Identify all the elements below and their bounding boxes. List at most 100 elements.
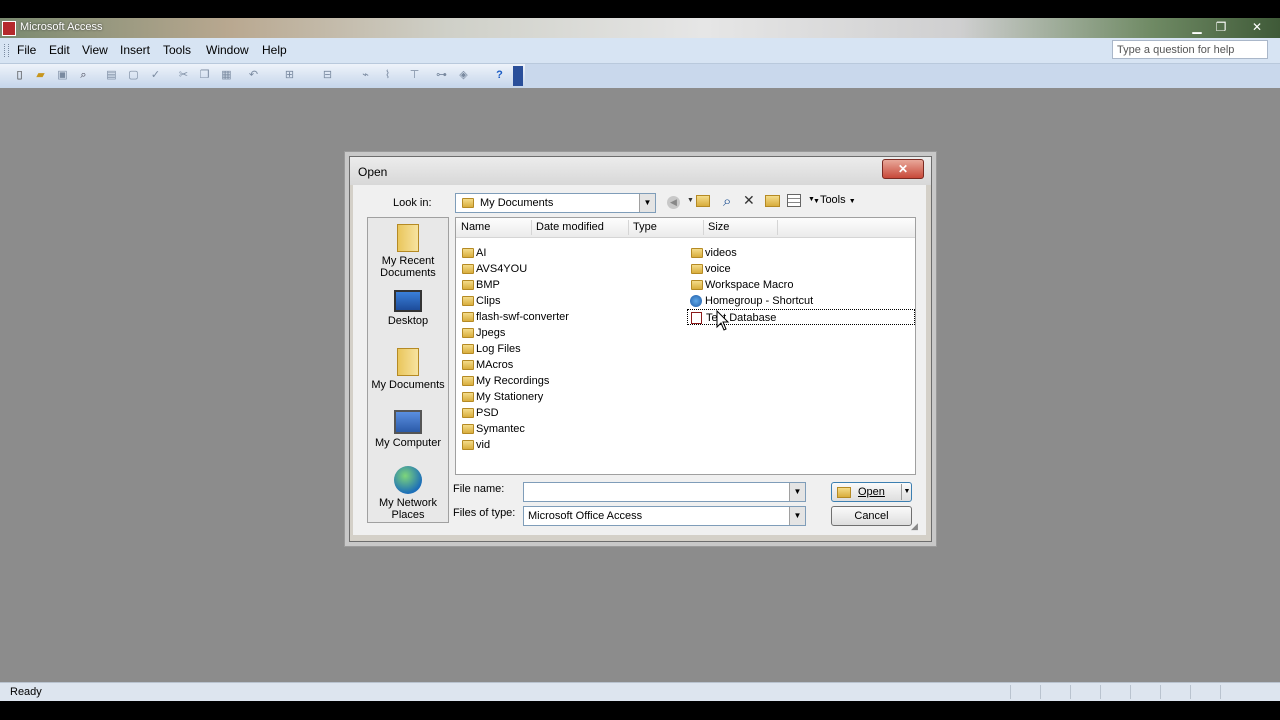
column-divider[interactable] <box>703 220 704 235</box>
status-cell <box>1130 685 1159 699</box>
list-item[interactable]: voice <box>687 261 915 277</box>
column-divider[interactable] <box>777 220 778 235</box>
list-item[interactable]: MAcros <box>458 357 658 373</box>
recent-documents-icon <box>397 224 419 252</box>
back-icon[interactable]: ◀ <box>667 196 680 209</box>
place-label: My Recent Documents <box>380 255 436 279</box>
new-folder-icon[interactable] <box>765 195 780 207</box>
list-item[interactable]: My Recordings <box>458 373 658 389</box>
list-item[interactable]: Homegroup - Shortcut <box>687 293 915 309</box>
tools-menu[interactable]: ▼Tools ▼ <box>813 194 856 206</box>
place-my-documents[interactable]: My Documents <box>368 348 448 391</box>
menu-help[interactable]: Help <box>262 43 287 57</box>
copy-icon[interactable]: ❐ <box>197 68 212 83</box>
list-item[interactable]: Clips <box>458 293 658 309</box>
column-divider[interactable] <box>628 220 629 235</box>
list-item[interactable]: AVS4YOU <box>458 261 658 277</box>
list-item[interactable]: Symantec <box>458 421 658 437</box>
restore-button[interactable]: ❐ <box>1208 19 1234 36</box>
place-desktop[interactable]: Desktop <box>368 290 448 327</box>
folder-icon <box>691 280 703 290</box>
menu-file[interactable]: File <box>17 43 36 57</box>
menu-view[interactable]: View <box>82 43 108 57</box>
folder-icon <box>462 198 474 208</box>
chevron-down-icon[interactable]: ▼ <box>789 483 805 501</box>
look-in-combo[interactable]: My Documents ▼ <box>455 193 656 213</box>
menu-edit[interactable]: Edit <box>49 43 70 57</box>
print-icon[interactable]: ▤ <box>104 68 119 83</box>
file-search-icon[interactable]: ⌕ <box>76 68 91 83</box>
delete-icon[interactable]: ✕ <box>743 192 755 209</box>
up-one-level-icon[interactable] <box>696 195 710 207</box>
column-header-name[interactable]: Name <box>461 221 490 233</box>
folder-icon <box>462 408 474 418</box>
file-name-input[interactable]: ▼ <box>523 482 806 502</box>
search-web-icon[interactable]: ⌕ <box>723 193 731 210</box>
toolbar-options-icon[interactable] <box>513 66 523 86</box>
menubar-grip[interactable] <box>4 44 9 57</box>
script-icon[interactable]: ⌇ <box>380 68 395 83</box>
save-icon[interactable]: ▣ <box>55 68 70 83</box>
column-divider[interactable] <box>531 220 532 235</box>
column-header-type[interactable]: Type <box>633 221 657 233</box>
chevron-down-icon[interactable]: ▼ <box>789 507 805 525</box>
paste-icon[interactable]: ▦ <box>219 68 234 83</box>
help-icon[interactable]: ? <box>492 68 507 83</box>
list-item[interactable]: Jpegs <box>458 325 658 341</box>
list-item[interactable]: Workspace Macro <box>687 277 915 293</box>
list-item[interactable]: BMP <box>458 277 658 293</box>
minimize-button[interactable]: ▁ <box>1184 19 1210 36</box>
file-name: AI <box>476 247 487 259</box>
list-item[interactable]: AI <box>458 245 658 261</box>
place-label: My Documents <box>371 379 445 391</box>
menu-tools[interactable]: Tools <box>163 43 191 57</box>
folder-icon <box>462 248 474 258</box>
relationships-icon[interactable]: ⊶ <box>434 68 449 83</box>
dialog-close-button[interactable]: ✕ <box>882 159 924 179</box>
menu-window[interactable]: Window <box>206 43 249 57</box>
chevron-down-icon[interactable]: ▼ <box>901 484 912 500</box>
file-list: Name Date modified Type Size AI AVS4YOU … <box>455 217 916 475</box>
place-network[interactable]: My Network Places <box>368 466 448 521</box>
folder-icon <box>691 248 703 258</box>
analyze-icon[interactable]: ⊟ <box>320 68 335 83</box>
column-header-date-modified[interactable]: Date modified <box>536 221 604 233</box>
folder-icon <box>462 424 474 434</box>
list-item[interactable]: vid <box>458 437 658 453</box>
place-recent-documents[interactable]: My Recent Documents <box>368 224 448 279</box>
open-button[interactable]: Open ▼ <box>831 482 912 502</box>
new-object-icon[interactable]: ◈ <box>456 68 471 83</box>
list-item[interactable]: PSD <box>458 405 658 421</box>
places-bar: My Recent Documents Desktop My Documents… <box>367 217 449 523</box>
menu-insert[interactable]: Insert <box>120 43 150 57</box>
chevron-down-icon[interactable]: ▼ <box>639 194 655 212</box>
undo-icon[interactable]: ↶ <box>246 68 261 83</box>
code-icon[interactable]: ⌁ <box>358 68 373 83</box>
close-button[interactable]: ✕ <box>1244 19 1270 36</box>
list-item[interactable]: flash-swf-converter <box>458 309 658 325</box>
help-search-input[interactable]: Type a question for help <box>1112 40 1268 59</box>
resize-grip-icon[interactable]: ◢ <box>911 521 918 532</box>
list-item[interactable]: My Stationery <box>458 389 658 405</box>
files-of-type-label: Files of type: <box>453 507 516 519</box>
print-preview-icon[interactable]: ▢ <box>126 68 141 83</box>
file-name: Clips <box>476 295 501 307</box>
new-file-icon[interactable]: ▯ <box>12 68 27 83</box>
back-dropdown-icon[interactable]: ▼ <box>687 197 694 204</box>
views-icon[interactable] <box>787 194 801 207</box>
spelling-icon[interactable]: ✓ <box>148 68 163 83</box>
office-links-icon[interactable]: ⊞ <box>282 68 297 83</box>
open-folder-icon[interactable]: ▰ <box>33 68 48 83</box>
place-my-computer[interactable]: My Computer <box>368 410 448 449</box>
column-header-size[interactable]: Size <box>708 221 729 233</box>
dialog-title-bar[interactable]: Open ✕ <box>350 157 931 185</box>
file-name: vid <box>476 439 491 451</box>
place-label: Desktop <box>387 315 429 327</box>
status-cell <box>1010 685 1039 699</box>
cut-icon[interactable]: ✂ <box>176 68 191 83</box>
properties-icon[interactable]: ⊤ <box>407 68 422 83</box>
cancel-button[interactable]: Cancel <box>831 506 912 526</box>
files-of-type-select[interactable]: Microsoft Office Access ▼ <box>523 506 806 526</box>
list-item[interactable]: Log Files <box>458 341 658 357</box>
list-item[interactable]: videos <box>687 245 915 261</box>
